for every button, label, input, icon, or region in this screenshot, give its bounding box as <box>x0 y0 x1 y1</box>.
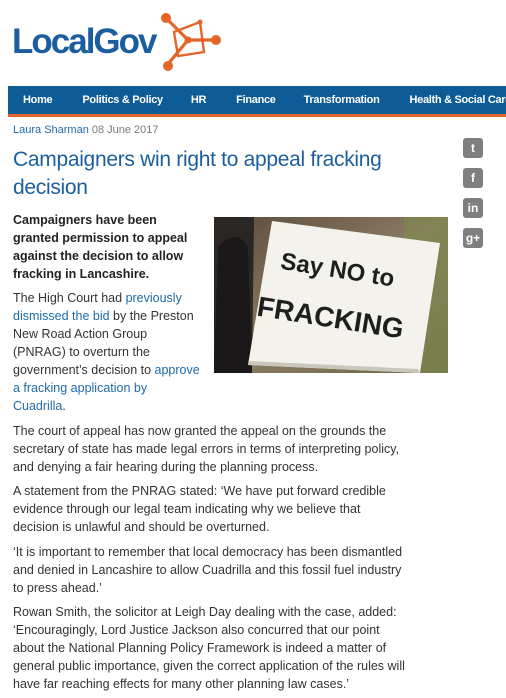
google-plus-icon[interactable]: g+ <box>463 228 483 248</box>
logo-star-icon <box>161 13 221 71</box>
paragraph-5: Rowan Smith, the solicitor at Leigh Day … <box>13 605 405 691</box>
nav-item-home[interactable]: Home <box>23 94 53 106</box>
nav-item-politics-policy[interactable]: Politics & Policy <box>82 94 163 106</box>
article-title: Campaigners win right to appeal fracking… <box>13 148 382 199</box>
localgov-logo[interactable]: LocalGov <box>12 10 222 76</box>
p1-text-a: The High Court had <box>13 291 126 305</box>
paragraph-2: The court of appeal has now granted the … <box>13 424 400 474</box>
twitter-icon[interactable]: t <box>463 138 483 158</box>
paragraph-4: ‘It is important to remember that local … <box>13 545 403 595</box>
nav-item-transformation[interactable]: Transformation <box>304 94 380 106</box>
article-photo: Say NO to FRACKING <box>214 217 448 373</box>
article-lead: Campaigners have been granted permission… <box>13 213 188 281</box>
nav-item-health-social-care[interactable]: Health & Social Care <box>410 94 506 106</box>
nav-item-finance[interactable]: Finance <box>236 94 276 106</box>
nav-item-hr[interactable]: HR <box>191 94 207 106</box>
facebook-icon[interactable]: f <box>463 168 483 188</box>
logo-text: LocalGov <box>12 22 157 61</box>
paragraph-1: The High Court had previously dismissed … <box>13 289 203 415</box>
publish-date: 08 June 2017 <box>91 124 159 136</box>
linkedin-icon[interactable]: in <box>463 198 483 218</box>
social-share-bar: t f in g+ <box>463 138 485 258</box>
main-nav: Home Politics & Policy HR Finance Transf… <box>8 86 506 117</box>
paragraph-3: A statement from the PNRAG stated: ‘We h… <box>13 484 386 534</box>
author-link[interactable]: Laura Sharman <box>13 124 89 136</box>
byline: Laura Sharman 08 June 2017 <box>13 124 159 136</box>
p1-text-c: . <box>62 399 66 413</box>
